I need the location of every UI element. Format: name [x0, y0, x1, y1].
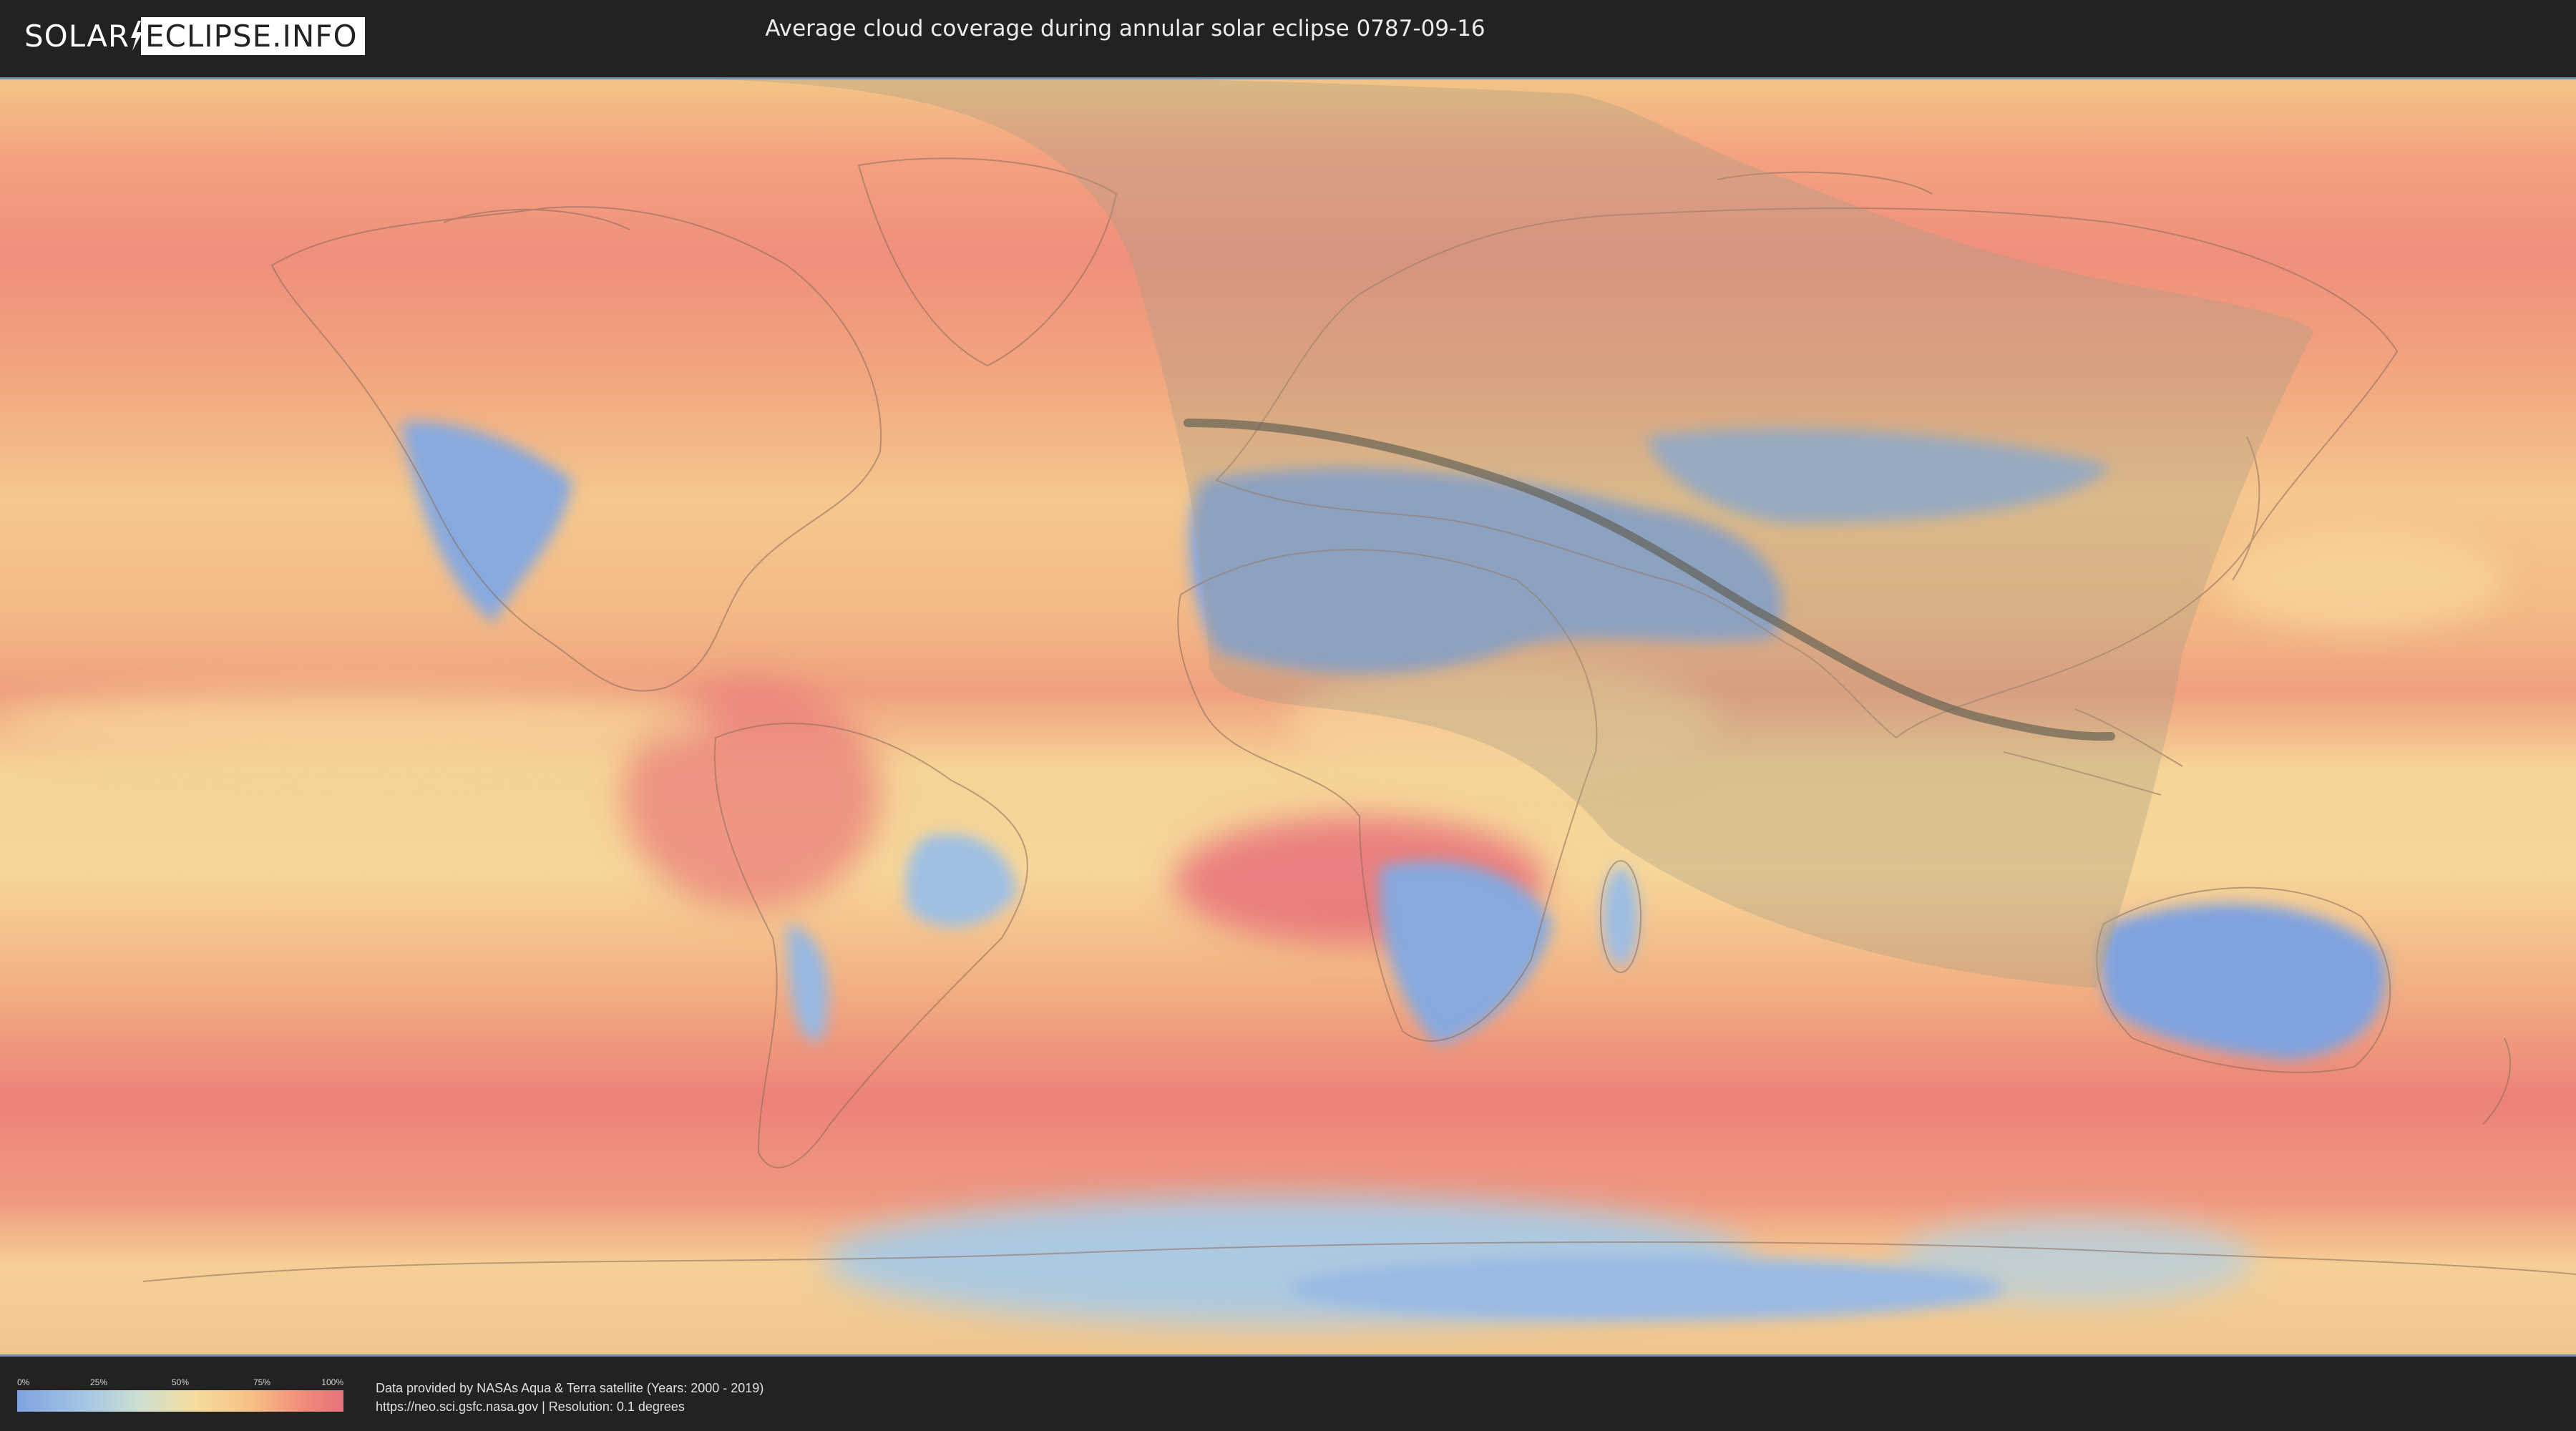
lightning-bolt-icon	[131, 21, 142, 51]
legend-tick-75: 75%	[253, 1377, 271, 1387]
legend-color-bar	[17, 1390, 343, 1412]
legend-tick-100: 100%	[321, 1377, 343, 1387]
data-credits: Data provided by NASAs Aqua & Terra sate…	[376, 1379, 763, 1416]
world-map-svg	[0, 79, 2576, 1354]
cloud-coverage-map[interactable]	[0, 77, 2576, 1357]
legend-tick-25: 25%	[89, 1377, 108, 1387]
page-title: Average cloud coverage during annular so…	[765, 16, 1485, 41]
legend-tick-0: 0%	[17, 1377, 30, 1387]
footer-bar: 0% 25% 50% 75% 100% Data provided by NAS…	[0, 1359, 2576, 1431]
credits-line-source: Data provided by NASAs Aqua & Terra sate…	[376, 1381, 764, 1395]
header-bar: SOLAR ECLIPSE.INFO Average cloud coverag…	[0, 0, 2576, 72]
legend-tick-50: 50%	[171, 1377, 190, 1387]
cloud-coverage-legend: 0% 25% 50% 75% 100%	[17, 1377, 343, 1412]
credits-line-url: https://neo.sci.gsfc.nasa.gov | Resoluti…	[376, 1400, 685, 1414]
legend-ticks: 0% 25% 50% 75% 100%	[17, 1377, 343, 1389]
